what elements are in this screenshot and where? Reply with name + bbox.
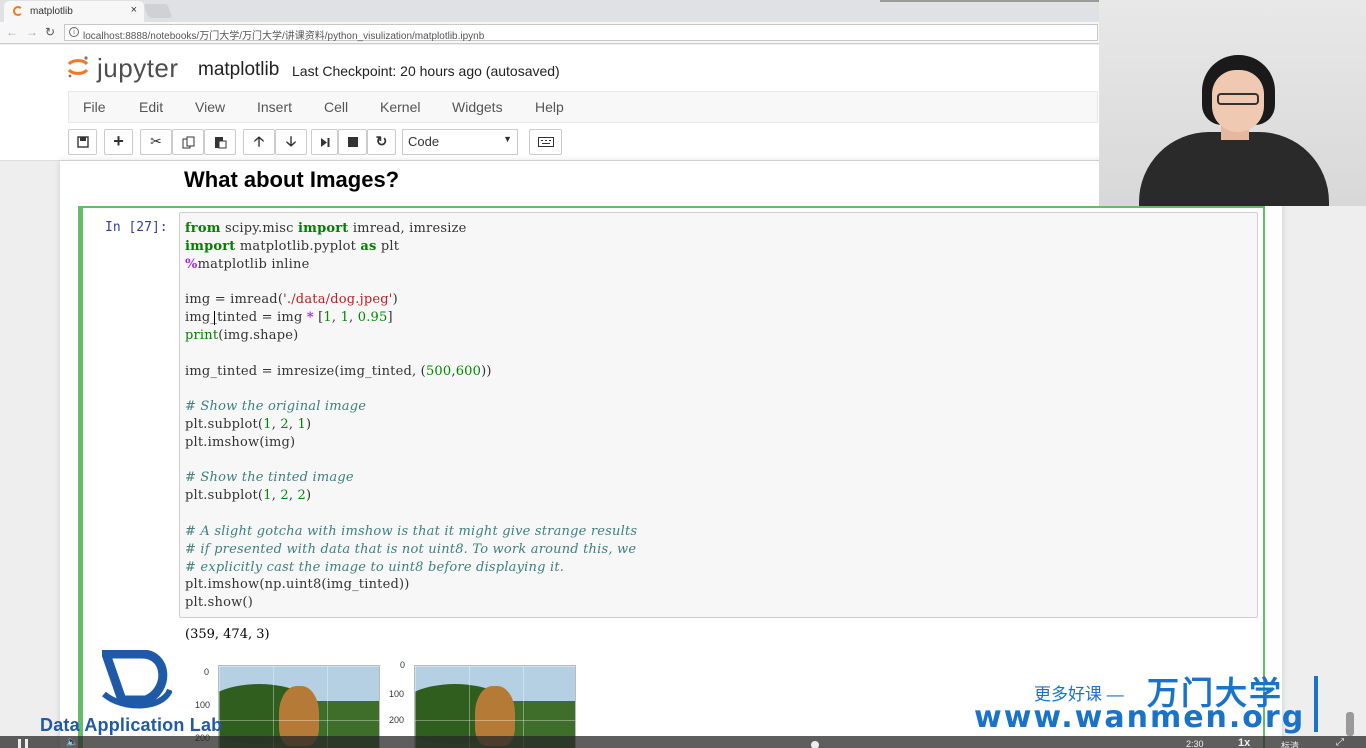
menu-kernel[interactable]: Kernel: [380, 99, 420, 115]
stop-button[interactable]: [338, 129, 367, 155]
arrow-right-icon[interactable]: →: [26, 25, 38, 39]
jupyter-wordmark: jupyter: [97, 53, 179, 83]
code-line: plt.imshow(img): [185, 435, 296, 450]
browser-tabstrip: matplotlib ×: [0, 0, 1100, 22]
axis-tick-label: 200: [389, 715, 405, 725]
jupyter-logo[interactable]: jupyter: [66, 53, 186, 85]
video-time: 2:30: [1186, 739, 1204, 748]
progress-knob[interactable]: [811, 741, 819, 748]
info-icon[interactable]: i: [69, 27, 79, 37]
cell-type-value: Code: [408, 134, 440, 149]
code-line: img_tinted = imresize(img_tinted, (500,6…: [185, 364, 492, 379]
code-comment: # Show the original image: [185, 399, 367, 414]
code-line: %matplotlib inline: [185, 257, 310, 272]
paste-button[interactable]: [204, 129, 236, 155]
dal-text: Data Application Lab: [40, 715, 223, 735]
code-line: img = imread('./data/dog.jpeg'): [185, 292, 398, 307]
cell-output-text: (359, 474, 3): [185, 627, 270, 642]
restart-icon: ↻: [375, 133, 388, 149]
axis-tick-label: 0: [400, 660, 406, 670]
presenter-glasses: [1217, 93, 1259, 105]
jupyter-header: jupyter matplotlib Last Checkpoint: 20 h…: [0, 45, 1100, 91]
browser-tab[interactable]: matplotlib ×: [4, 1, 144, 22]
code-line: plt.subplot(1, 2, 1): [185, 417, 312, 432]
code-line: plt.show(): [185, 595, 253, 610]
keyboard-icon: [537, 137, 554, 147]
data-application-lab-watermark: Data Application Lab: [40, 650, 250, 740]
menu-widgets[interactable]: Widgets: [452, 99, 503, 115]
quality-button[interactable]: 标清: [1281, 739, 1299, 748]
run-button[interactable]: [311, 129, 338, 155]
copy-button[interactable]: [172, 129, 204, 155]
wanmen-watermark: 更多好课 — 万门大学 www.wanmen.org: [970, 668, 1330, 740]
axis-tick-label: 100: [389, 689, 405, 699]
copy-icon: [182, 136, 194, 149]
code-line: import matplotlib.pyplot as plt: [185, 239, 400, 254]
markdown-heading: What about Images?: [184, 167, 400, 192]
scrollbar-thumb[interactable]: [1346, 712, 1354, 736]
paste-icon: [214, 137, 226, 149]
code-line: from scipy.misc import imread, imresize: [185, 221, 467, 236]
volume-icon[interactable]: 🔈: [66, 737, 78, 748]
save-icon: [76, 136, 89, 148]
plus-icon: +: [113, 131, 124, 151]
input-prompt: In [27]:: [105, 220, 168, 235]
playback-speed-button[interactable]: 1x: [1238, 737, 1250, 748]
arrow-left-icon[interactable]: ←: [6, 25, 18, 39]
restart-button[interactable]: ↻: [367, 129, 396, 155]
presenter-body: [1139, 132, 1329, 206]
code-line: print(img.shape): [185, 328, 299, 343]
insert-cell-button[interactable]: +: [104, 129, 133, 155]
stop-icon: [347, 137, 358, 147]
menu-view[interactable]: View: [195, 99, 225, 115]
code-comment: # explicitly cast the image to uint8 bef…: [185, 560, 565, 575]
dal-logo-icon: [102, 650, 172, 709]
code-line: plt.imshow(np.uint8(img_tinted)): [185, 577, 410, 592]
fullscreen-icon[interactable]: ⤢: [1336, 737, 1344, 748]
new-tab-button[interactable]: [143, 4, 173, 18]
notebook-name[interactable]: matplotlib: [198, 59, 279, 81]
menu-cell[interactable]: Cell: [324, 99, 348, 115]
code-editor[interactable]: [179, 212, 1258, 618]
code-comment: # Show the tinted image: [185, 470, 354, 485]
run-icon: [320, 138, 329, 147]
code-line: img_tinted = img * [1, 1, 0.95]: [185, 310, 393, 325]
jupyter-logo-icon: [67, 56, 89, 78]
menu-file[interactable]: File: [83, 99, 106, 115]
address-bar: ← → ↻ i localhost:8888/notebooks/万门大学/万门…: [0, 22, 1100, 44]
menu-help[interactable]: Help: [535, 99, 564, 115]
cut-button[interactable]: ✂: [140, 129, 172, 155]
tab-close-icon[interactable]: ×: [131, 4, 137, 16]
command-palette-button[interactable]: [529, 129, 562, 155]
text-cursor: [214, 311, 215, 325]
code-line: plt.subplot(1, 2, 2): [185, 488, 312, 503]
cut-icon: ✂: [150, 133, 162, 149]
code-comment: # A slight gotcha with imshow is that it…: [185, 524, 638, 539]
menu-edit[interactable]: Edit: [139, 99, 163, 115]
menu-container: File Edit View Insert Cell Kernel Widget…: [68, 91, 1098, 123]
tab-title: matplotlib: [30, 6, 73, 17]
cell-type-select[interactable]: Code ▼: [402, 129, 518, 155]
move-down-icon: 🡣: [285, 133, 297, 149]
url-text: localhost:8888/notebooks/万门大学/万门大学/讲课资料/…: [83, 31, 485, 42]
menu-bar: File Edit View Insert Cell Kernel Widget…: [0, 91, 1100, 123]
reload-icon[interactable]: ↻: [45, 25, 55, 39]
video-control-bar: 🔈 2:30 1x 标清 ⤢: [0, 736, 1366, 748]
jupyter-favicon-icon: [13, 6, 23, 16]
move-up-button[interactable]: 🡡: [243, 129, 275, 155]
move-down-button[interactable]: 🡣: [275, 129, 307, 155]
wanmen-url: www.wanmen.org: [974, 700, 1306, 735]
menu-insert[interactable]: Insert: [257, 99, 292, 115]
notebook-toolbar: + ✂ 🡡 🡣 ↻ Code ▼: [0, 123, 1100, 161]
webcam-overlay: [1099, 0, 1366, 206]
url-field[interactable]: i localhost:8888/notebooks/万门大学/万门大学/讲课资…: [64, 24, 1098, 42]
wanmen-bar: [1314, 676, 1318, 732]
save-button[interactable]: [68, 129, 97, 155]
move-up-icon: 🡡: [253, 133, 265, 149]
chevron-down-icon: ▼: [503, 134, 512, 144]
checkpoint-status: Last Checkpoint: 20 hours ago (autosaved…: [292, 63, 560, 79]
pause-icon[interactable]: [18, 739, 28, 748]
code-comment: # if presented with data that is not uin…: [185, 542, 637, 557]
